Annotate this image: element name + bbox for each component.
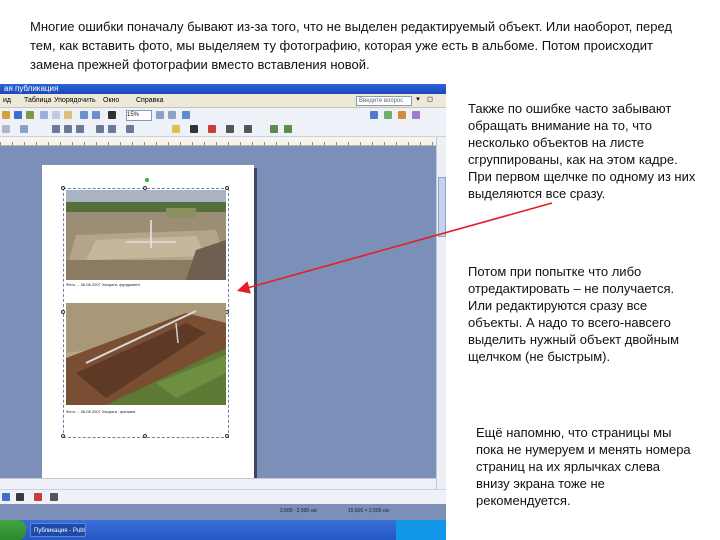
arrow-line xyxy=(236,202,553,294)
pointer-arrow xyxy=(236,202,553,294)
